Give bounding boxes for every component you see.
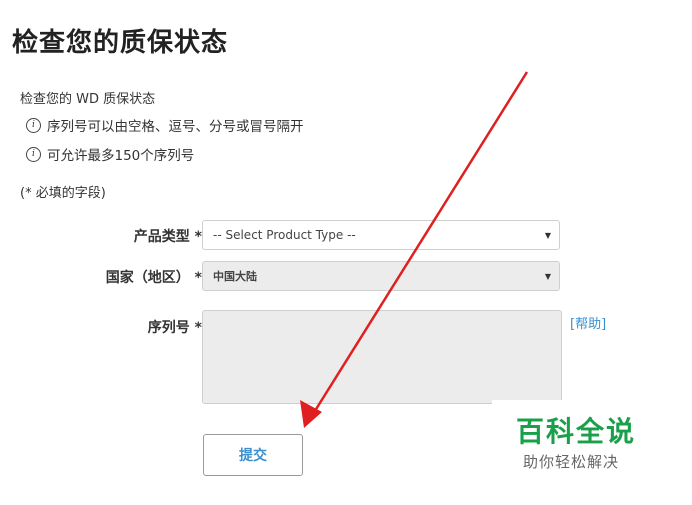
chevron-down-icon: ▼ [544, 231, 551, 240]
note-max-serials: i 可允许最多150个序列号 [26, 144, 194, 164]
annotation-arrow-head [300, 400, 322, 428]
intro-text: 检查您的 WD 质保状态 [20, 92, 156, 107]
note-separators: i 序列号可以由空格、逗号、分号或冒号隔开 [26, 115, 304, 135]
watermark-title: 百科全说 [516, 415, 637, 448]
chevron-down-icon: ▼ [544, 272, 551, 281]
watermark-subtitle: 助你轻松解决 [523, 453, 620, 471]
serial-label: 序列号 * [147, 320, 202, 336]
country-select[interactable]: 中国大陆 ▼ [202, 261, 560, 291]
required-fields-note: (* 必填的字段) [20, 186, 106, 201]
note-separators-text: 序列号可以由空格、逗号、分号或冒号隔开 [47, 119, 304, 135]
info-icon: i [26, 146, 41, 162]
info-icon: i [26, 117, 41, 133]
submit-button[interactable]: 提交 [203, 434, 303, 476]
serial-number-textarea[interactable] [202, 310, 562, 404]
product-type-select[interactable]: -- Select Product Type -- ▼ [202, 220, 560, 250]
product-type-label: 产品类型 * [133, 229, 202, 245]
page-title: 检查您的质保状态 [12, 28, 229, 58]
product-type-value: -- Select Product Type -- [213, 228, 356, 242]
note-max-serials-text: 可允许最多150个序列号 [47, 148, 195, 164]
country-value: 中国大陆 [213, 270, 257, 283]
help-link[interactable]: [帮助] [570, 313, 606, 332]
country-label: 国家（地区） * [105, 270, 202, 286]
